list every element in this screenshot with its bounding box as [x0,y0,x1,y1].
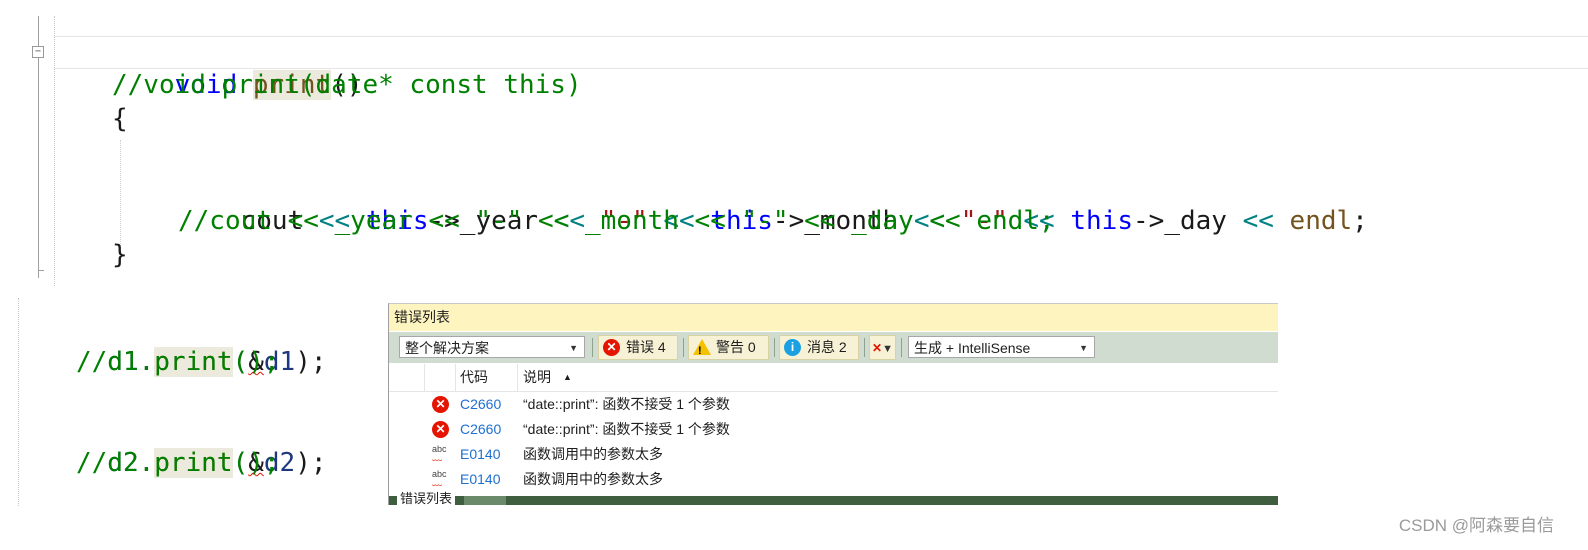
collapse-icon[interactable]: − [32,46,44,58]
panel-title[interactable]: 错误列表 [389,304,1278,331]
code-line-d2-comment[interactable]: //d2.print(); [76,446,280,480]
warning-icon [693,339,711,355]
column-header-description[interactable]: 说明 [523,364,551,391]
intellisense-icon: abc ﹏ [432,444,447,463]
indent-guide-bottom [18,298,19,506]
error-description: 函数调用中的参数太多 [523,471,663,487]
code-line-close-brace[interactable]: } [112,238,128,272]
watermark: CSDN @阿森要自信 [1398,516,1554,535]
toolbar-separator [592,338,593,357]
error-code[interactable]: C2660 [460,392,501,417]
toolbar-separator [774,338,775,357]
error-icon: ✕ [603,339,620,356]
error-icon: ✕ [432,396,449,413]
column-divider [424,364,425,391]
error-icon: ✕ [432,421,449,438]
table-row[interactable]: ✕ C2660 “date::print”: 函数不接受 1 个参数 [389,417,1278,442]
errors-filter-button[interactable]: ✕ 错误 4 [598,335,678,360]
messages-filter-button[interactable]: i 消息 2 [779,335,859,360]
code-line-open-brace[interactable]: { [112,102,128,136]
panel-tab-strip: 错误列表 [389,492,1278,505]
chevron-down-icon: ▼ [569,343,578,353]
build-source-dropdown[interactable]: 生成 + IntelliSense ▼ [908,336,1095,358]
column-divider [517,364,518,391]
code-line-comment-signature[interactable]: //void print(date* const this) [112,68,582,102]
funnel-icon: ▼ [882,343,893,355]
toolbar-separator [683,338,684,357]
brace-indent-guide [120,140,121,244]
chevron-down-icon: ▼ [1079,343,1088,353]
outline-end-tick [38,270,44,271]
scope-dropdown[interactable]: 整个解决方案 ▼ [399,336,585,358]
toolbar-separator [864,338,865,357]
error-description: “date::print”: 函数不接受 1 个参数 [523,421,730,437]
column-header-code[interactable]: 代码 [460,364,488,391]
code-editor-top[interactable]: − void print() //void print(date* const … [0,0,1588,290]
error-description: 函数调用中的参数太多 [523,446,663,462]
tab-output[interactable] [464,496,506,505]
tab-error-list[interactable]: 错误列表 [397,492,456,505]
error-code[interactable]: E0140 [460,467,500,492]
code-line-comment-cout[interactable]: //cout << _year << "-" << _month << "-" … [178,204,1055,238]
toolbar-separator [901,338,902,357]
info-icon: i [784,339,801,356]
error-list-panel: 错误列表 整个解决方案 ▼ ✕ 错误 4 ! 警告 0 i 消息 2 ✕▼ 生成… [388,303,1278,505]
table-row[interactable]: abc ﹏ E0140 函数调用中的参数太多 [389,467,1278,492]
column-divider [455,364,456,391]
error-description: “date::print”: 函数不接受 1 个参数 [523,396,730,412]
error-code[interactable]: C2660 [460,417,501,442]
table-row[interactable]: abc ﹏ E0140 函数调用中的参数太多 [389,442,1278,467]
code-line-d1-comment[interactable]: //d1.print(); [76,345,280,379]
sort-ascending-icon: ▲ [563,372,572,382]
error-code[interactable]: E0140 [460,442,500,467]
filter-clear-icon: ✕ [872,341,883,355]
error-list-header: 代码 说明 ▲ [389,364,1278,392]
intellisense-icon: abc ﹏ [432,469,447,488]
table-row[interactable]: ✕ C2660 “date::print”: 函数不接受 1 个参数 [389,392,1278,417]
error-list-toolbar: 整个解决方案 ▼ ✕ 错误 4 ! 警告 0 i 消息 2 ✕▼ 生成 + In… [389,332,1278,363]
clear-filter-button[interactable]: ✕▼ [869,335,896,360]
warnings-filter-button[interactable]: ! 警告 0 [688,335,769,360]
